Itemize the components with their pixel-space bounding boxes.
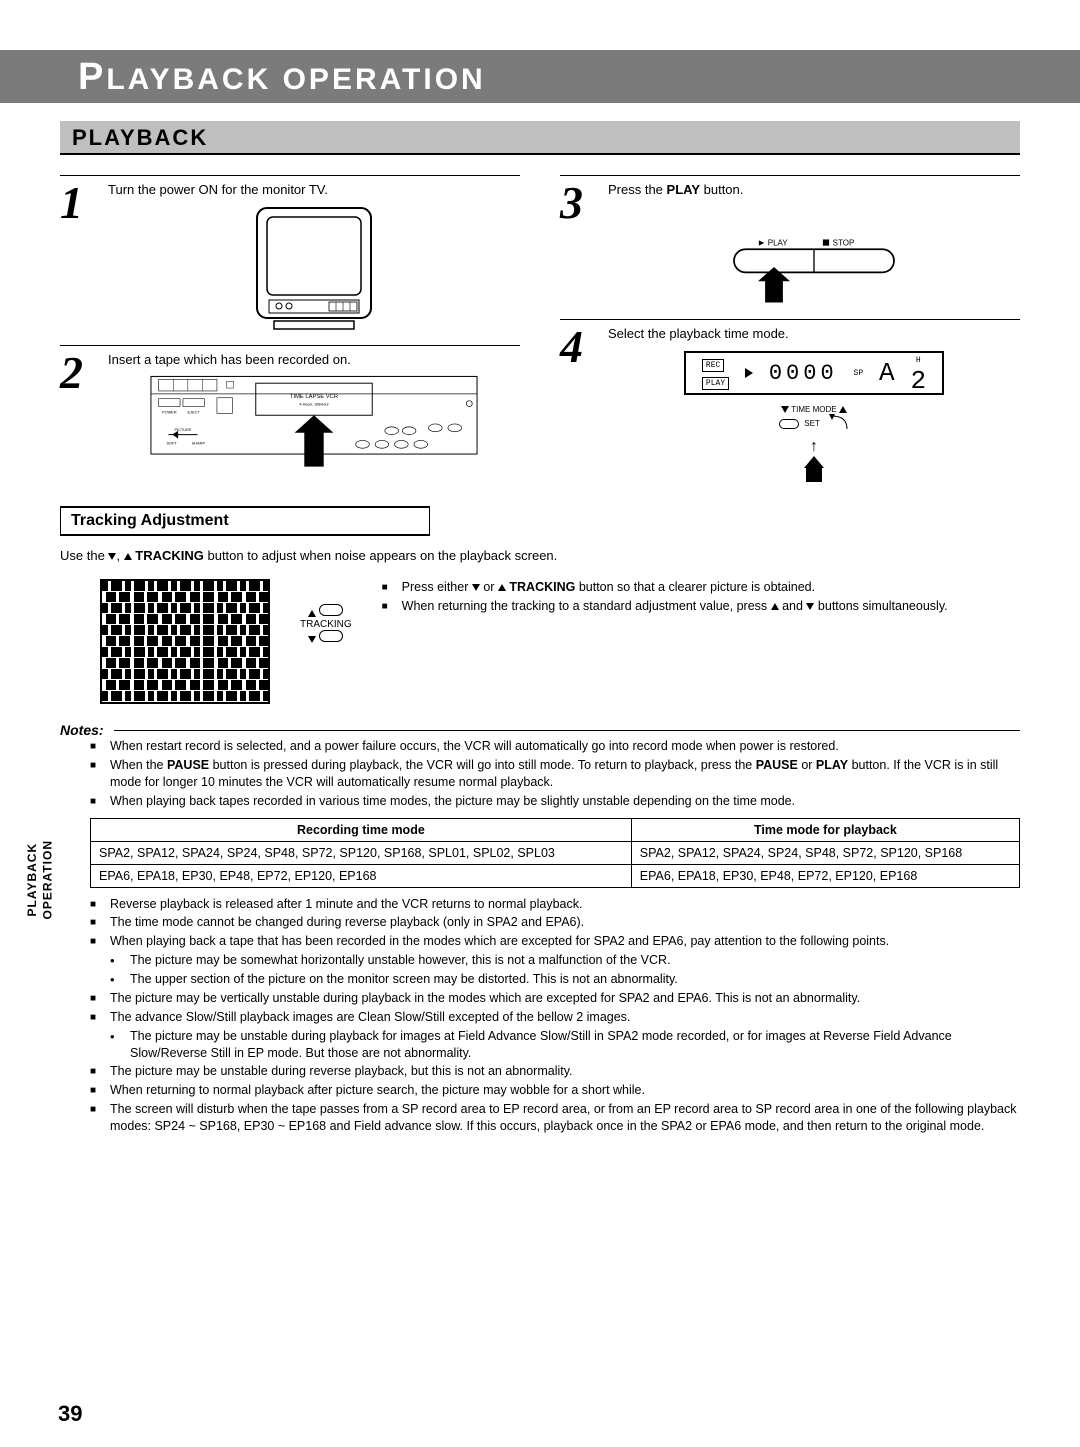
step-2-text: Insert a tape which has been recorded on… xyxy=(108,352,520,367)
up-icon xyxy=(839,406,847,413)
note-6a: The picture may be somewhat horizontally… xyxy=(110,952,1020,969)
table-cell: EPA6, EPA18, EP30, EP48, EP72, EP120, EP… xyxy=(631,864,1019,887)
step-number-2: 2 xyxy=(60,352,98,473)
side-tab: PLAYBACK OPERATION xyxy=(25,840,56,919)
side-tab-line2: OPERATION xyxy=(41,840,55,919)
side-tab-line1: PLAYBACK xyxy=(25,843,39,917)
table-cell: EPA6, EPA18, EP30, EP48, EP72, EP120, EP… xyxy=(91,864,632,887)
note-8a: The picture may be unstable during playb… xyxy=(110,1028,1020,1062)
set-button-oval xyxy=(779,419,799,429)
chapter-title: LAYBACK OPERATION xyxy=(106,63,485,96)
tracking-control-illustration: TRACKING xyxy=(300,604,352,645)
step-4: 4 Select the playback time mode. REC PLA… xyxy=(560,319,1020,484)
lcd-rec: REC xyxy=(702,359,724,372)
steps-container: 1 Turn the power ON for the monitor TV. xyxy=(60,175,1020,496)
note-9: The picture may be unstable during rever… xyxy=(90,1063,1020,1080)
step-2: 2 Insert a tape which has been recorded … xyxy=(60,345,520,473)
svg-text:PICTURE: PICTURE xyxy=(174,427,191,432)
step-number-4: 4 xyxy=(560,326,598,484)
time-mode-table: Recording time mode Time mode for playba… xyxy=(90,818,1020,888)
notes-list-a: When restart record is selected, and a p… xyxy=(90,738,1020,810)
table-cell: SPA2, SPA12, SPA24, SP24, SP48, SP72, SP… xyxy=(91,841,632,864)
play-triangle-icon xyxy=(745,368,753,378)
up-icon xyxy=(771,603,779,610)
chapter-initial: P xyxy=(78,56,106,98)
down-icon xyxy=(781,406,789,413)
lcd-h: H xyxy=(916,356,921,365)
note-2: When the PAUSE button is pressed during … xyxy=(90,757,1020,791)
lcd-mode: SP xyxy=(854,369,864,378)
page-number: 39 xyxy=(58,1401,82,1427)
notes-list-b: Reverse playback is released after 1 min… xyxy=(90,896,1020,1135)
step-number-3: 3 xyxy=(560,182,598,307)
note-1: When restart record is selected, and a p… xyxy=(90,738,1020,755)
time-mode-label: TIME MODE xyxy=(791,405,836,414)
vcr-illustration: TIME LAPSE VCR 4-Head, 168Hour POWER EJE… xyxy=(108,373,520,473)
note-6b: The upper section of the picture on the … xyxy=(110,971,1020,988)
tracking-bullets: Press either or TRACKING button so that … xyxy=(382,579,1020,615)
step-3-text: Press the PLAY button. xyxy=(608,182,1020,197)
up-icon xyxy=(498,584,506,591)
tracking-intro: Use the , TRACKING button to adjust when… xyxy=(60,548,1020,563)
tracking-label: TRACKING xyxy=(300,619,352,630)
note-7: The picture may be vertically unstable d… xyxy=(90,990,1020,1007)
stop-label: STOP xyxy=(833,239,855,248)
vcr-sublabel: 4-Head, 168Hour xyxy=(299,402,329,407)
tracking-row: TRACKING Press either or TRACKING button… xyxy=(60,579,1020,704)
lcd-play: PLAY xyxy=(702,377,729,390)
lcd-a: A xyxy=(879,358,895,388)
tracking-subtitle: Tracking Adjustment xyxy=(60,506,430,536)
section-title-bar: PLAYBACK xyxy=(60,121,1020,155)
step-number-1: 1 xyxy=(60,182,98,333)
table-header-2: Time mode for playback xyxy=(631,818,1019,841)
note-4: Reverse playback is released after 1 min… xyxy=(90,896,1020,913)
note-5: The time mode cannot be changed during r… xyxy=(90,914,1020,931)
table-row: EPA6, EPA18, EP30, EP48, EP72, EP120, EP… xyxy=(91,864,1020,887)
tracking-bullet-1: Press either or TRACKING button so that … xyxy=(382,579,1020,596)
down-icon xyxy=(108,553,116,560)
set-label: SET xyxy=(804,419,819,428)
step-3: 3 Press the PLAY button. PLAY STOP xyxy=(560,175,1020,307)
noise-illustration xyxy=(100,579,270,704)
step-1: 1 Turn the power ON for the monitor TV. xyxy=(60,175,520,333)
down-icon xyxy=(308,636,316,643)
monitor-illustration xyxy=(108,203,520,333)
note-11: The screen will disturb when the tape pa… xyxy=(90,1101,1020,1135)
svg-text:EJECT: EJECT xyxy=(188,409,201,414)
lcd-2: 2 xyxy=(910,366,926,396)
up-icon xyxy=(308,610,316,617)
lcd-display: REC PLAY 0000 SP A H 2 xyxy=(684,351,944,395)
notes-header: Notes: xyxy=(60,722,1020,738)
svg-text:SOFT: SOFT xyxy=(166,440,177,445)
play-label: PLAY xyxy=(768,239,789,248)
svg-text:SHARP: SHARP xyxy=(192,440,206,445)
table-row: SPA2, SPA12, SPA24, SP24, SP48, SP72, SP… xyxy=(91,841,1020,864)
time-mode-control: TIME MODE SET ↑ xyxy=(608,405,1020,484)
chapter-title-bar: PLAYBACK OPERATION xyxy=(0,50,1080,103)
note-6: When playing back a tape that has been r… xyxy=(90,933,1020,988)
play-button-illustration: PLAY STOP xyxy=(608,227,1020,307)
step-4-text: Select the playback time mode. xyxy=(608,326,1020,341)
table-cell: SPA2, SPA12, SPA24, SP24, SP48, SP72, SP… xyxy=(631,841,1019,864)
table-header-1: Recording time mode xyxy=(91,818,632,841)
step-1-text: Turn the power ON for the monitor TV. xyxy=(108,182,520,197)
tracking-bullet-2: When returning the tracking to a standar… xyxy=(382,598,1020,615)
vcr-label: TIME LAPSE VCR xyxy=(290,394,338,400)
note-8: The advance Slow/Still playback images a… xyxy=(90,1009,1020,1062)
down-icon xyxy=(472,584,480,591)
lcd-digits: 0000 xyxy=(769,361,838,386)
svg-text:POWER: POWER xyxy=(162,409,177,414)
up-icon xyxy=(124,553,132,560)
note-3: When playing back tapes recorded in vari… xyxy=(90,793,1020,810)
note-10: When returning to normal playback after … xyxy=(90,1082,1020,1099)
section-title: PLAYBACK xyxy=(72,125,208,150)
